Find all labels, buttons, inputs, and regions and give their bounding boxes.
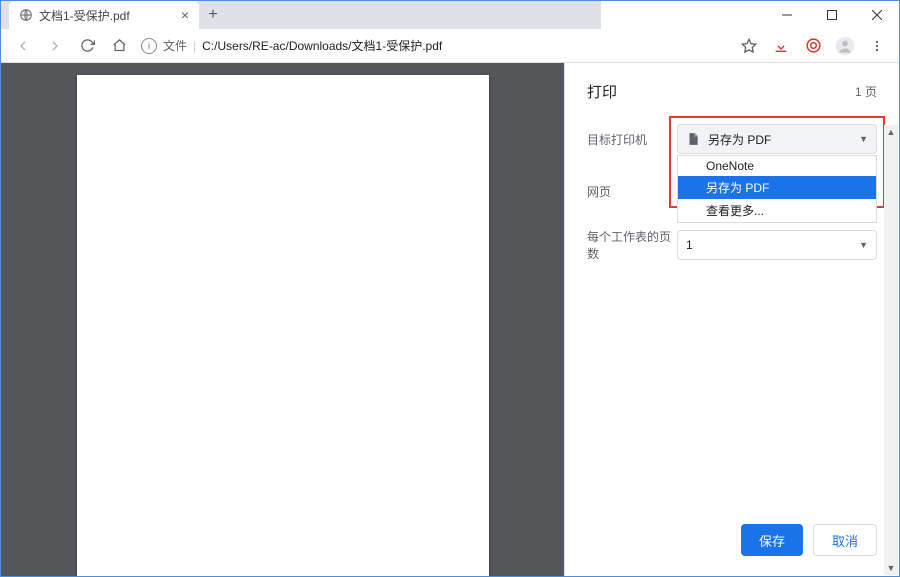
destination-option-onenote[interactable]: OneNote: [678, 156, 876, 176]
destination-label: 目标打印机: [587, 131, 677, 148]
per-sheet-label: 每个工作表的页数: [587, 228, 677, 262]
cancel-button-label: 取消: [832, 531, 858, 550]
address-prefix: 文件: [163, 37, 187, 54]
close-tab-icon[interactable]: ×: [181, 7, 189, 23]
destination-dropdown[interactable]: 另存为 PDF ▼ OneNote 另存为 PDF 查看更多...: [677, 124, 877, 154]
browser-tab[interactable]: 文档1-受保护.pdf ×: [9, 1, 199, 29]
scroll-up-icon[interactable]: ▲: [884, 125, 898, 139]
profile-icon[interactable]: [831, 32, 859, 60]
menu-icon[interactable]: [863, 32, 891, 60]
chevron-down-icon: ▼: [859, 134, 868, 144]
address-bar: i 文件 | C:/Users/RE-ac/Downloads/文档1-受保护.…: [1, 29, 899, 63]
reload-button[interactable]: [73, 32, 101, 60]
address-field[interactable]: i 文件 | C:/Users/RE-ac/Downloads/文档1-受保护.…: [137, 37, 731, 54]
window-controls: [764, 1, 899, 29]
new-tab-button[interactable]: +: [199, 1, 227, 29]
save-button-label: 保存: [759, 531, 785, 550]
page-count: 1 页: [855, 83, 877, 100]
print-preview-area: [1, 63, 564, 576]
print-panel: 打印 1 页 目标打印机 另存为 PDF ▼ OneNote 另存为 PDF 查…: [564, 63, 899, 576]
document-icon: [686, 132, 700, 146]
address-path: C:/Users/RE-ac/Downloads/文档1-受保护.pdf: [202, 37, 442, 54]
per-sheet-value: 1: [686, 238, 693, 252]
address-separator: |: [193, 39, 196, 53]
destination-option-more[interactable]: 查看更多...: [678, 199, 876, 222]
extension-icon[interactable]: [799, 32, 827, 60]
tab-strip: 文档1-受保护.pdf × +: [1, 1, 601, 29]
per-sheet-dropdown[interactable]: 1 ▼: [677, 230, 877, 260]
star-icon[interactable]: [735, 32, 763, 60]
home-button[interactable]: [105, 32, 133, 60]
download-icon[interactable]: [767, 32, 795, 60]
save-button[interactable]: 保存: [741, 524, 803, 556]
pages-label: 网页: [587, 183, 677, 200]
destination-option-pdf[interactable]: 另存为 PDF: [678, 176, 876, 199]
minimize-button[interactable]: [764, 1, 809, 29]
destination-value: 另存为 PDF: [708, 131, 771, 148]
scroll-down-icon[interactable]: ▼: [884, 561, 898, 575]
close-window-button[interactable]: [854, 1, 899, 29]
chevron-down-icon: ▼: [859, 240, 868, 250]
panel-title: 打印: [587, 81, 617, 102]
tab-title: 文档1-受保护.pdf: [39, 7, 130, 24]
destination-menu: OneNote 另存为 PDF 查看更多...: [677, 155, 877, 223]
back-button[interactable]: [9, 32, 37, 60]
vertical-scrollbar[interactable]: ▲ ▼: [884, 125, 898, 575]
info-icon[interactable]: i: [141, 38, 157, 54]
forward-button[interactable]: [41, 32, 69, 60]
globe-icon: [19, 8, 33, 22]
maximize-button[interactable]: [809, 1, 854, 29]
cancel-button[interactable]: 取消: [813, 524, 877, 556]
page-preview: [77, 75, 489, 576]
